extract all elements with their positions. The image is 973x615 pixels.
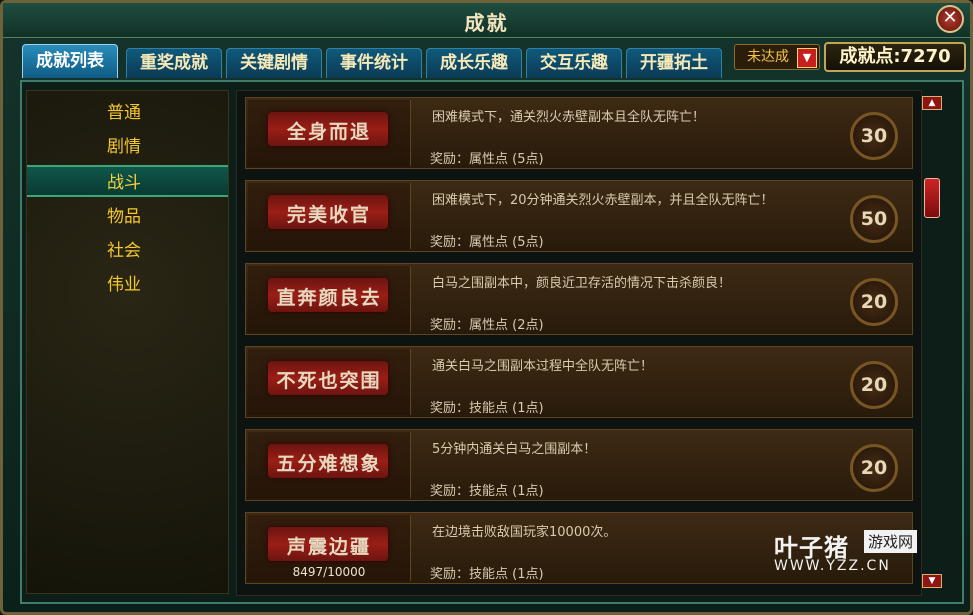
category-items[interactable]: 物品: [27, 201, 228, 233]
achievement-list: 全身而退 困难模式下，通关烈火赤壁副本且全队无阵亡！ 奖励：属性点 (5点) 3…: [236, 90, 922, 596]
tab-event-stats[interactable]: 事件统计: [326, 48, 422, 78]
points-badge: 50: [850, 195, 898, 243]
achievement-reward: 奖励：属性点 (2点): [430, 318, 544, 333]
achievement-name-panel: 全身而退: [248, 100, 411, 166]
achievement-name-panel: 直奔颜良去: [248, 266, 411, 332]
achievement-row[interactable]: 全身而退 困难模式下，通关烈火赤壁副本且全队无阵亡！ 奖励：属性点 (5点) 3…: [245, 97, 913, 169]
tab-key-story[interactable]: 关键剧情: [226, 48, 322, 78]
achievement-name: 不死也突围: [276, 370, 382, 392]
category-normal[interactable]: 普通: [27, 97, 228, 129]
category-great-deeds[interactable]: 伟业: [27, 269, 228, 301]
category-social[interactable]: 社会: [27, 235, 228, 267]
achievement-name-panel: 五分难想象: [248, 432, 411, 498]
achievement-description: 困难模式下，20分钟通关烈火赤壁副本，并且全队无阵亡！: [432, 193, 774, 208]
achievement-description: 通关白马之围副本过程中全队无阵亡！: [432, 359, 654, 374]
achievement-progress: 8497/10000: [292, 565, 366, 579]
scroll-down-icon[interactable]: ▼: [922, 574, 942, 588]
achievement-description: 5分钟内通关白马之围副本！: [432, 442, 597, 457]
status-filter-dropdown[interactable]: 未达成 ▼: [734, 44, 820, 70]
achievement-points: 成就点:7270: [824, 42, 966, 72]
close-icon[interactable]: ✕: [936, 5, 964, 33]
scroll-up-icon[interactable]: ▲: [922, 96, 942, 110]
scroll-thumb[interactable]: [924, 178, 940, 218]
achievement-name: 声震边疆: [286, 536, 371, 558]
achievement-name: 完美收官: [286, 204, 371, 226]
achievement-reward: 奖励：技能点 (1点): [430, 484, 544, 499]
points-badge: 20: [850, 361, 898, 409]
points-badge: 20: [850, 444, 898, 492]
achievement-row[interactable]: 完美收官 困难模式下，20分钟通关烈火赤壁副本，并且全队无阵亡！ 奖励：属性点 …: [245, 180, 913, 252]
achievement-name-panel: 不死也突围: [248, 349, 411, 415]
points-badge: 30: [850, 112, 898, 160]
achievement-reward: 奖励：属性点 (5点): [430, 235, 544, 250]
achievement-row[interactable]: 声震边疆 8497/10000 在边境击败敌国玩家10000次。 奖励：技能点 …: [245, 512, 913, 584]
category-story[interactable]: 剧情: [27, 131, 228, 163]
filter-label: 未达成: [747, 49, 789, 65]
achievement-row[interactable]: 直奔颜良去 白马之围副本中，颜良近卫存活的情况下击杀颜良！ 奖励：属性点 (2点…: [245, 263, 913, 335]
tab-growth-fun[interactable]: 成长乐趣: [426, 48, 522, 78]
achievement-row[interactable]: 五分难想象 5分钟内通关白马之围副本！ 奖励：技能点 (1点) 20: [245, 429, 913, 501]
tab-achievement-list[interactable]: 成就列表: [22, 44, 118, 78]
category-sidebar: 普通 剧情 战斗 物品 社会 伟业: [26, 90, 229, 594]
title-bar: 成就 ✕: [3, 3, 970, 38]
achievement-reward: 奖励：技能点 (1点): [430, 567, 544, 582]
achievement-name: 全身而退: [286, 121, 371, 143]
category-combat[interactable]: 战斗: [27, 165, 228, 197]
tab-expansion[interactable]: 开疆拓土: [626, 48, 722, 78]
points-badge: 20: [850, 278, 898, 326]
scrollbar[interactable]: ▲ ▼: [922, 96, 942, 588]
dropdown-arrow-icon[interactable]: ▼: [797, 48, 817, 68]
achievement-row[interactable]: 不死也突围 通关白马之围副本过程中全队无阵亡！ 奖励：技能点 (1点) 20: [245, 346, 913, 418]
achievement-description: 在边境击败敌国玩家10000次。: [432, 525, 617, 540]
achievement-reward: 奖励：属性点 (5点): [430, 152, 544, 167]
tab-interaction-fun[interactable]: 交互乐趣: [526, 48, 622, 78]
achievement-name: 直奔颜良去: [276, 287, 382, 309]
achievement-reward: 奖励：技能点 (1点): [430, 401, 544, 416]
window-title: 成就: [464, 11, 509, 35]
achievement-description: 白马之围副本中，颜良近卫存活的情况下击杀颜良！: [432, 276, 732, 291]
achievement-description: 困难模式下，通关烈火赤壁副本且全队无阵亡！: [432, 110, 706, 125]
achievement-name: 五分难想象: [276, 453, 382, 475]
achievement-name-panel: 声震边疆 8497/10000: [248, 515, 411, 581]
tab-major-rewards[interactable]: 重奖成就: [126, 48, 222, 78]
achievement-name-panel: 完美收官: [248, 183, 411, 249]
